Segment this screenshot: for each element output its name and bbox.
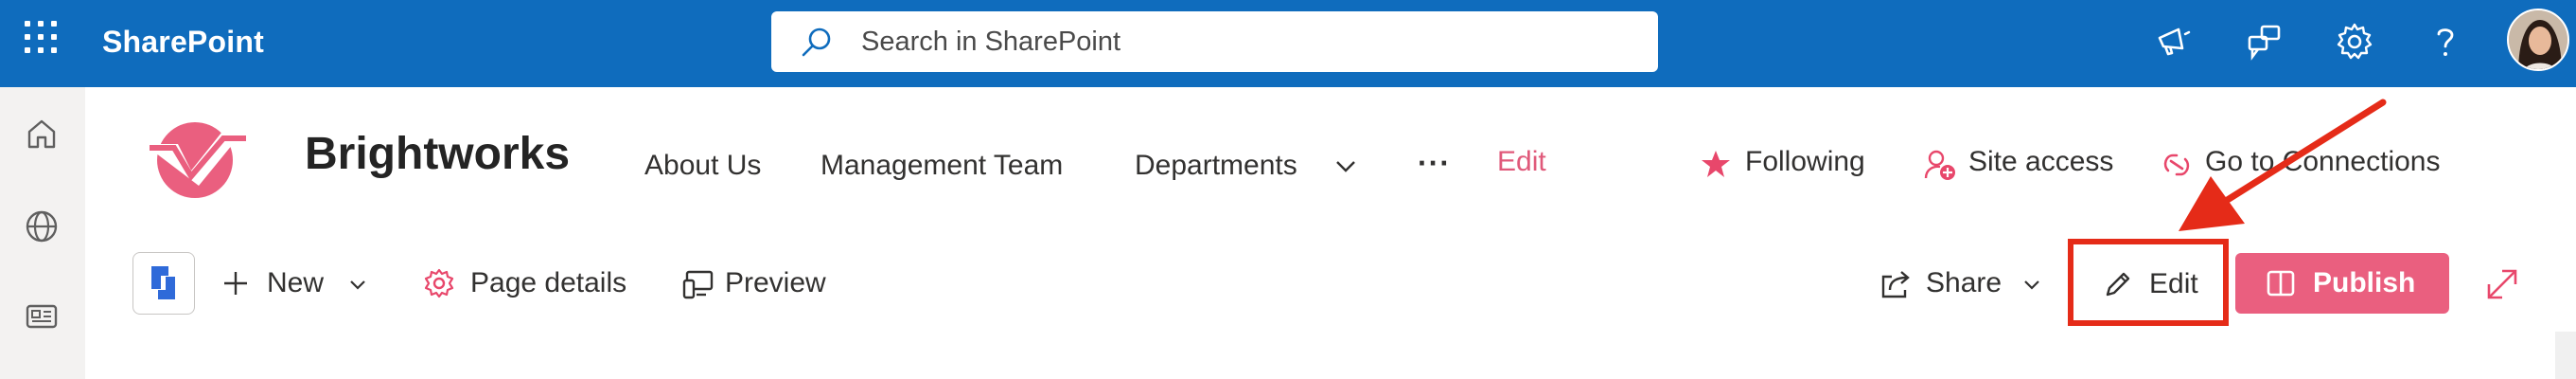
connections-icon bbox=[2163, 153, 2190, 176]
star-icon bbox=[1702, 151, 1730, 177]
home-icon[interactable] bbox=[23, 115, 61, 153]
nav-management-team[interactable]: Management Team bbox=[820, 150, 1063, 182]
feedback-icon[interactable] bbox=[2241, 19, 2286, 64]
search-input[interactable]: Search in SharePoint bbox=[771, 11, 1658, 72]
preview-icon bbox=[682, 270, 714, 299]
globe-icon[interactable] bbox=[23, 208, 61, 245]
plus-icon bbox=[224, 272, 247, 295]
new-label: New bbox=[267, 267, 325, 298]
more-icon[interactable]: ··· bbox=[1418, 146, 1451, 181]
search-icon bbox=[802, 27, 831, 57]
site-access-label: Site access bbox=[1968, 146, 2114, 177]
share-label: Share bbox=[1926, 267, 2003, 298]
expand-icon[interactable] bbox=[2483, 265, 2521, 303]
publish-button[interactable]: Publish bbox=[2235, 253, 2449, 314]
app-launcher-icon[interactable] bbox=[25, 21, 57, 53]
site-logo[interactable] bbox=[142, 116, 257, 201]
megaphone-icon[interactable] bbox=[2150, 19, 2196, 64]
nav-edit-link[interactable]: Edit bbox=[1497, 146, 1546, 178]
site-title[interactable]: Brightworks bbox=[305, 128, 570, 180]
suite-bar: SharePoint Search in SharePoint bbox=[0, 0, 2576, 87]
following-label: Following bbox=[1745, 146, 1865, 177]
nav-departments[interactable]: Departments bbox=[1135, 150, 1297, 182]
app-icon-button[interactable] bbox=[132, 252, 195, 315]
scrollbar[interactable] bbox=[2555, 332, 2576, 379]
edit-button[interactable]: Edit bbox=[2068, 239, 2229, 326]
gear-icon[interactable] bbox=[2332, 19, 2377, 64]
publish-label: Publish bbox=[2313, 267, 2416, 298]
edit-label: Edit bbox=[2149, 268, 2198, 299]
person-add-icon bbox=[1924, 150, 1955, 180]
preview-label: Preview bbox=[725, 267, 826, 298]
gear-icon bbox=[424, 268, 454, 298]
help-icon[interactable] bbox=[2423, 19, 2468, 64]
share-icon bbox=[1881, 271, 1910, 298]
chevron-down-icon[interactable] bbox=[1334, 159, 1357, 174]
go-to-connections-label: Go to Connections bbox=[2205, 146, 2441, 177]
book-icon bbox=[2267, 270, 2295, 297]
pencil-icon bbox=[2106, 272, 2130, 297]
news-icon[interactable] bbox=[23, 298, 61, 335]
nav-about-us[interactable]: About Us bbox=[644, 150, 761, 182]
search-placeholder: Search in SharePoint bbox=[861, 27, 1121, 57]
chevron-down-icon bbox=[350, 280, 365, 290]
app-icon bbox=[151, 266, 175, 299]
avatar[interactable] bbox=[2507, 9, 2569, 71]
page-details-label: Page details bbox=[470, 267, 627, 298]
chevron-down-icon bbox=[2024, 280, 2039, 290]
left-rail bbox=[0, 87, 85, 379]
app-name[interactable]: SharePoint bbox=[102, 0, 264, 87]
